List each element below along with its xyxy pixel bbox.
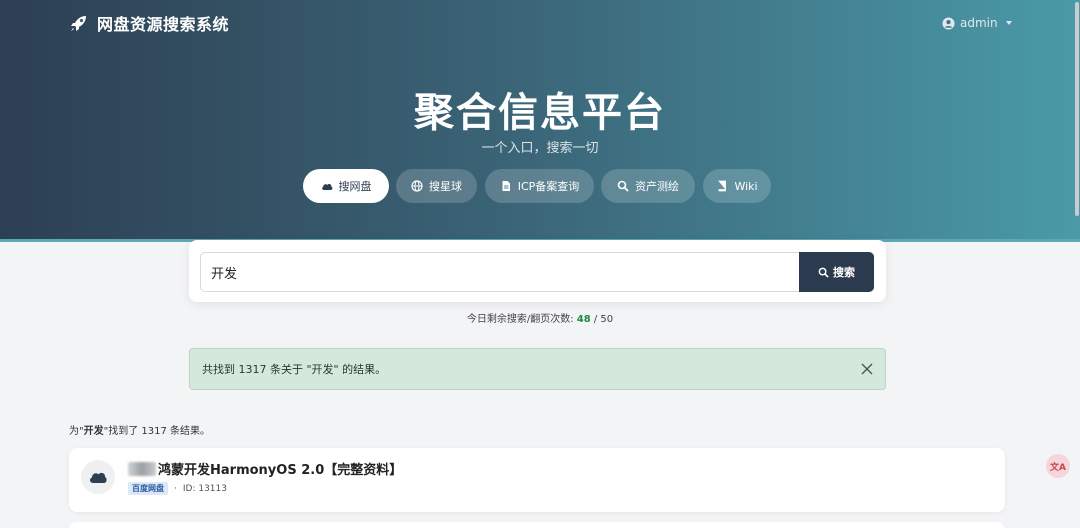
summary-prefix: 为" bbox=[69, 426, 84, 437]
tab-planet[interactable]: 搜星球 bbox=[396, 169, 477, 203]
tab-label: ICP备案查询 bbox=[517, 180, 580, 193]
result-type-icon bbox=[81, 460, 115, 494]
brand-title: 网盘资源搜索系统 bbox=[97, 15, 230, 34]
scrollbar[interactable] bbox=[1074, 0, 1080, 528]
search-quota: 今日剩余搜索/翻页次数: 48 / 50 bbox=[0, 310, 1080, 325]
search-icon bbox=[818, 267, 829, 278]
list-item[interactable]: 鸿蒙开发HarmonyOS 2.0【完整资料】 百度网盘 · ID: 13113 bbox=[69, 448, 1005, 512]
chevron-down-icon bbox=[1005, 21, 1012, 25]
quota-total: 50 bbox=[600, 314, 614, 325]
cloud-icon bbox=[321, 184, 332, 190]
quota-label: 今日剩余搜索/翻页次数: bbox=[466, 314, 574, 325]
tab-wiki[interactable]: Wiki bbox=[703, 169, 771, 203]
quota-separator: / bbox=[590, 314, 601, 325]
tab-label: 搜网盘 bbox=[338, 180, 372, 193]
user-menu[interactable]: admin bbox=[942, 14, 1012, 32]
page-title: 聚合信息平台 bbox=[414, 90, 666, 136]
search-icon bbox=[617, 180, 629, 192]
tab-label: Wiki bbox=[734, 179, 758, 193]
result-title[interactable]: 鸿蒙开发HarmonyOS 2.0【完整资料】 bbox=[128, 459, 402, 478]
result-summary: 为"开发"找到了 1317 条结果。 bbox=[69, 422, 210, 437]
source-badge: 百度网盘 bbox=[128, 482, 168, 495]
search-input[interactable] bbox=[200, 252, 800, 292]
search-button[interactable]: 搜索 bbox=[799, 252, 874, 292]
tab-netdisk[interactable]: 搜网盘 bbox=[303, 169, 389, 203]
summary-suffix: "找到了 1317 条结果。 bbox=[103, 426, 211, 437]
quota-used: 48 bbox=[576, 314, 591, 325]
rocket-icon bbox=[71, 16, 86, 31]
search-button-label: 搜索 bbox=[833, 266, 855, 279]
result-id: ID: 13113 bbox=[182, 483, 227, 494]
hero-banner: 网盘资源搜索系统 admin 聚合信息平台 一个入口，搜索一切 搜网盘 搜星球 … bbox=[0, 0, 1080, 242]
summary-keyword: 开发 bbox=[83, 426, 104, 437]
result-alert: 共找到 1317 条关于 "开发" 的结果。 bbox=[189, 348, 886, 390]
user-name: admin bbox=[960, 16, 998, 30]
alert-message: 共找到 1317 条关于 "开发" 的结果。 bbox=[202, 363, 387, 376]
cloud-icon bbox=[90, 472, 107, 483]
list-item[interactable] bbox=[69, 522, 1005, 528]
result-meta: 百度网盘 · ID: 13113 bbox=[128, 482, 227, 495]
blurred-prefix bbox=[128, 461, 156, 476]
page-subtitle: 一个入口，搜索一切 bbox=[481, 141, 599, 156]
close-icon[interactable] bbox=[859, 361, 875, 377]
search-type-tabs: 搜网盘 搜星球 ICP备案查询 资产测绘 Wiki bbox=[0, 169, 1080, 203]
meta-separator: · bbox=[174, 483, 177, 494]
tab-icp[interactable]: ICP备案查询 bbox=[485, 169, 594, 203]
file-icon bbox=[502, 181, 510, 191]
tab-label: 资产测绘 bbox=[635, 180, 679, 193]
tab-label: 搜星球 bbox=[429, 180, 462, 193]
book-icon bbox=[718, 180, 727, 192]
result-title-text: 鸿蒙开发HarmonyOS 2.0【完整资料】 bbox=[158, 463, 403, 478]
user-circle-icon bbox=[942, 16, 955, 30]
tab-asset-mapping[interactable]: 资产测绘 bbox=[601, 169, 695, 203]
translate-button[interactable]: 文A bbox=[1046, 454, 1070, 478]
brand[interactable]: 网盘资源搜索系统 bbox=[69, 11, 229, 35]
search-card: 搜索 bbox=[189, 240, 886, 302]
scrollbar-thumb[interactable] bbox=[1075, 2, 1079, 216]
globe-icon bbox=[411, 180, 423, 192]
